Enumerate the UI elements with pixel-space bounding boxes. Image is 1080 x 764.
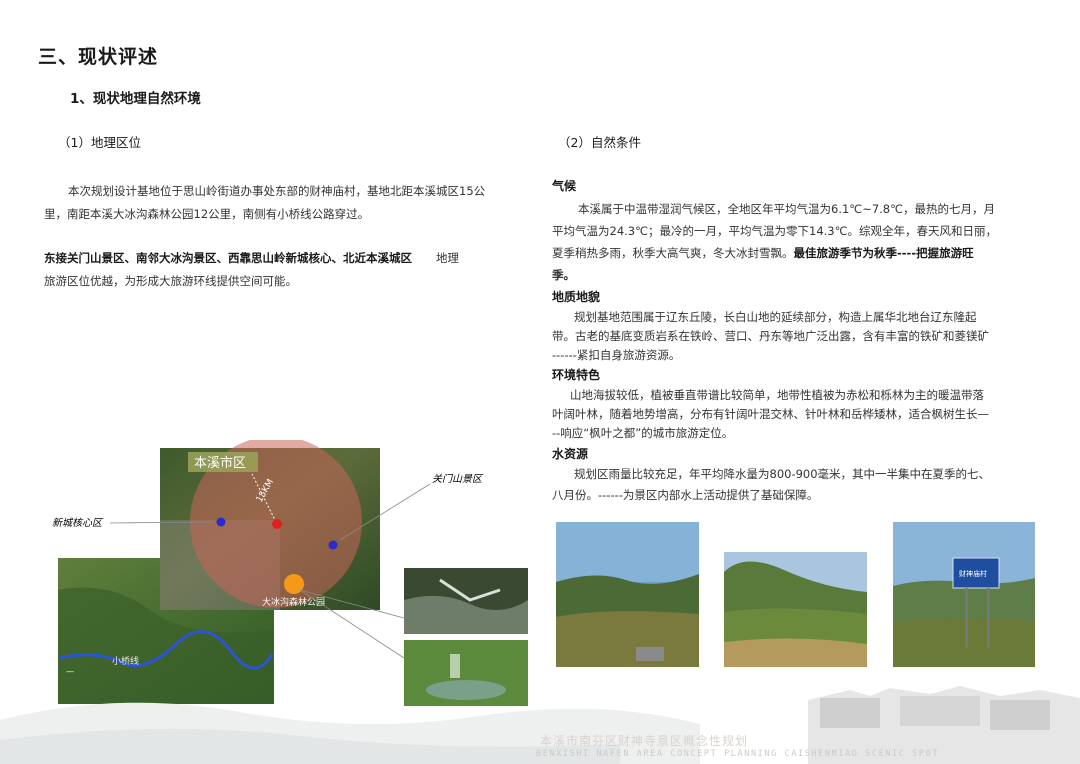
mountain-photo-1 [556, 522, 699, 667]
neighbors-tail: 地理 [436, 251, 459, 265]
xincheng-marker [216, 517, 226, 527]
environment-line-1: 山地海拔较低，植被垂直带谱比较简单，地带性植被为赤松和栎林为主的暖温带落 [570, 388, 984, 402]
environment-line-2: 叶阔叶林，随着地势增高，分布有针阔叶混交林、针叶林和岳桦矮林，适合枫树生长— [552, 407, 989, 421]
footer-title-cn: 本溪市南芬区财神寺景区概念性规划 [540, 734, 749, 748]
xincheng-label: 新城核心区 [52, 517, 104, 529]
water-line-1: 规划区雨量比较充足，年平均降水量为800-900毫米，其中一半集中在夏季的七、 [574, 467, 991, 481]
dabinggou-label: 大冰沟森林公园 [262, 596, 325, 608]
climate-line-1: 本溪属于中温带湿润气候区，全地区年平均气温为6.1℃~7.8℃，最热的七月，月 [578, 202, 996, 216]
sign-photo: 财神庙村 [893, 522, 1035, 667]
geology-line-2: 带。古老的基底变质岩系在铁岭、营口、丹东等地广泛出露，含有丰富的铁矿和菱镁矿 [552, 329, 989, 343]
right-heading: （2）自然条件 [558, 135, 641, 150]
geology-line-1: 规划基地范围属于辽东丘陵，长白山地的延续部分，构造上属华北地台辽东隆起 [574, 310, 977, 324]
neighbors-line-2: 旅游区位优越，为形成大旅游环线提供空间可能。 [44, 274, 297, 288]
mountain-photo-2 [724, 552, 867, 667]
subsection-title: 1、现状地理自然环境 [70, 91, 201, 107]
location-paragraph: 本次规划设计基地位于思山岭街道办事处东部的财神庙村，基地北距本溪城区15公 里，… [44, 180, 538, 226]
site-marker [272, 519, 282, 529]
geology-line-3: ------紧扣自身旅游资源。 [552, 348, 681, 362]
best-season-tail: 季。 [552, 268, 575, 282]
footer-title-en: BENXISHI NAFEN AREA CONCEPT PLANNING CAI… [536, 749, 940, 759]
sign-text: 财神庙村 [959, 569, 987, 578]
neighbors-bold: 东接关门山景区、南邻大冰沟景区、西靠思山岭新城核心、北近本溪城区 [44, 251, 412, 265]
climate-title: 气候 [552, 179, 577, 193]
climate-line-3: 夏季稍热多雨，秋季大高气爽，冬大冰封雪飘。 [552, 246, 794, 260]
city-label: 本溪市区 [194, 455, 246, 471]
water-title: 水资源 [552, 447, 589, 461]
environment-line-3: --响应“枫叶之都”的城市旅游定位。 [552, 426, 734, 440]
location-line-1: 本次规划设计基地位于思山岭街道办事处东部的财神庙村，基地北距本溪城区15公 [68, 184, 486, 198]
guanmen-label: 关门山景区 [432, 473, 484, 485]
natural-conditions: 气候 本溪属于中温带湿润气候区，全地区年平均气温为6.1℃~7.8℃，最热的七月… [552, 177, 1052, 506]
water-line-2: 八月份。------为景区内部水上活动提供了基础保障。 [552, 488, 819, 502]
neighbors-paragraph: 东接关门山景区、南邻大冰沟景区、西靠思山岭新城核心、北近本溪城区 地理 旅游区位优… [44, 247, 534, 293]
best-season-text: 最佳旅游季节为秋季----把握旅游旺 [793, 246, 974, 260]
left-heading: （1）地理区位 [58, 135, 141, 150]
location-line-2: 里，南距本溪大冰沟森林公园12公里，南侧有小桥线公路穿过。 [44, 207, 370, 221]
geology-title: 地质地貌 [552, 290, 601, 304]
guanmen-marker [328, 540, 338, 550]
environment-title: 环境特色 [552, 368, 601, 382]
climate-line-2: 平均气温为24.3℃；最冷的一月，平均气温为零下14.3℃。综观全年，春天风和日… [552, 224, 998, 238]
section-title: 三、现状评述 [38, 46, 159, 68]
